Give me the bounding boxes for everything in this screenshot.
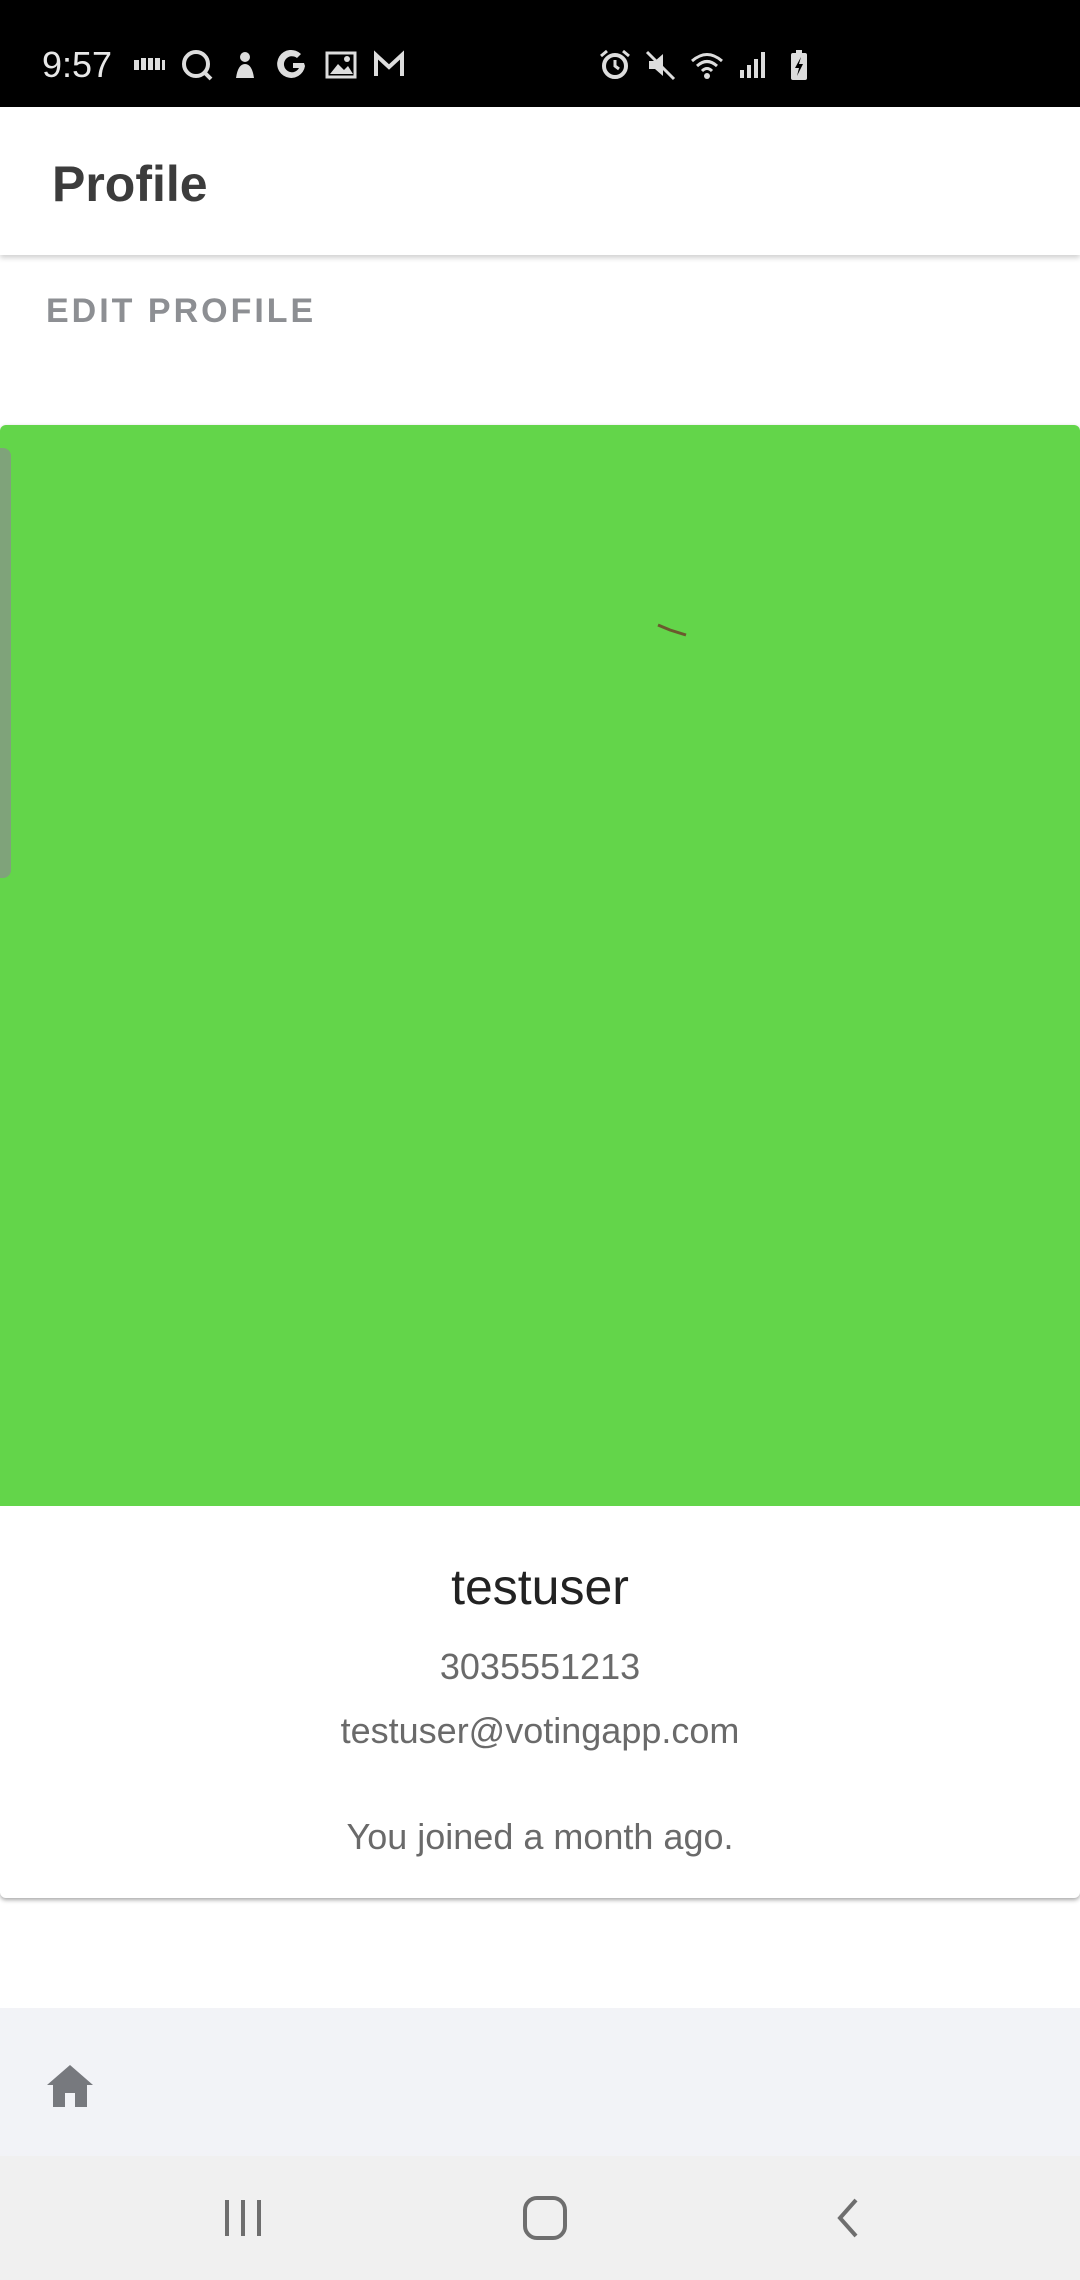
edit-profile-button[interactable]: EDIT PROFILE <box>46 292 316 331</box>
phone-number: 3035551213 <box>439 1646 641 1687</box>
google-icon <box>276 48 310 82</box>
bottom-tab-bar <box>0 2008 1080 2156</box>
image-artifact <box>657 623 687 637</box>
home-circle-icon <box>523 2196 567 2240</box>
email-address: testuser@votingapp.com <box>340 1710 740 1751</box>
status-right-icons <box>598 48 816 82</box>
mute-icon <box>644 48 678 82</box>
page-title: Profile <box>52 156 208 212</box>
gmail-icon <box>372 48 406 82</box>
recents-button[interactable] <box>208 2186 278 2250</box>
username: testuser <box>451 1559 629 1615</box>
home-nav-button[interactable] <box>510 2186 580 2250</box>
system-nav-bar <box>0 2156 1080 2280</box>
wifi-icon <box>690 48 724 82</box>
app-bar: Profile <box>0 107 1080 255</box>
battery-charging-icon <box>782 48 816 82</box>
status-bar: 9:57 <box>0 0 1080 107</box>
gallery-icon <box>324 48 358 82</box>
profile-info: testuser 3035551213 testuser@votingapp.c… <box>0 1506 1080 1898</box>
profile-card: testuser 3035551213 testuser@votingapp.c… <box>0 425 1080 1898</box>
alarm-icon <box>598 48 632 82</box>
drawer-handle[interactable] <box>0 448 11 878</box>
profile-image <box>0 425 1080 1506</box>
home-icon <box>47 2065 93 2107</box>
carrier-icon <box>132 48 166 82</box>
joined-text: You joined a month ago. <box>346 1816 734 1857</box>
notification-icon <box>228 48 262 82</box>
back-icon <box>837 2198 858 2238</box>
status-left-icons <box>132 48 406 82</box>
back-button[interactable] <box>812 2186 882 2250</box>
signal-icon <box>736 48 770 82</box>
tab-home[interactable] <box>40 2056 100 2116</box>
chat-bubble-icon <box>180 48 214 82</box>
recents-icon <box>225 2200 261 2236</box>
status-time: 9:57 <box>42 44 113 85</box>
